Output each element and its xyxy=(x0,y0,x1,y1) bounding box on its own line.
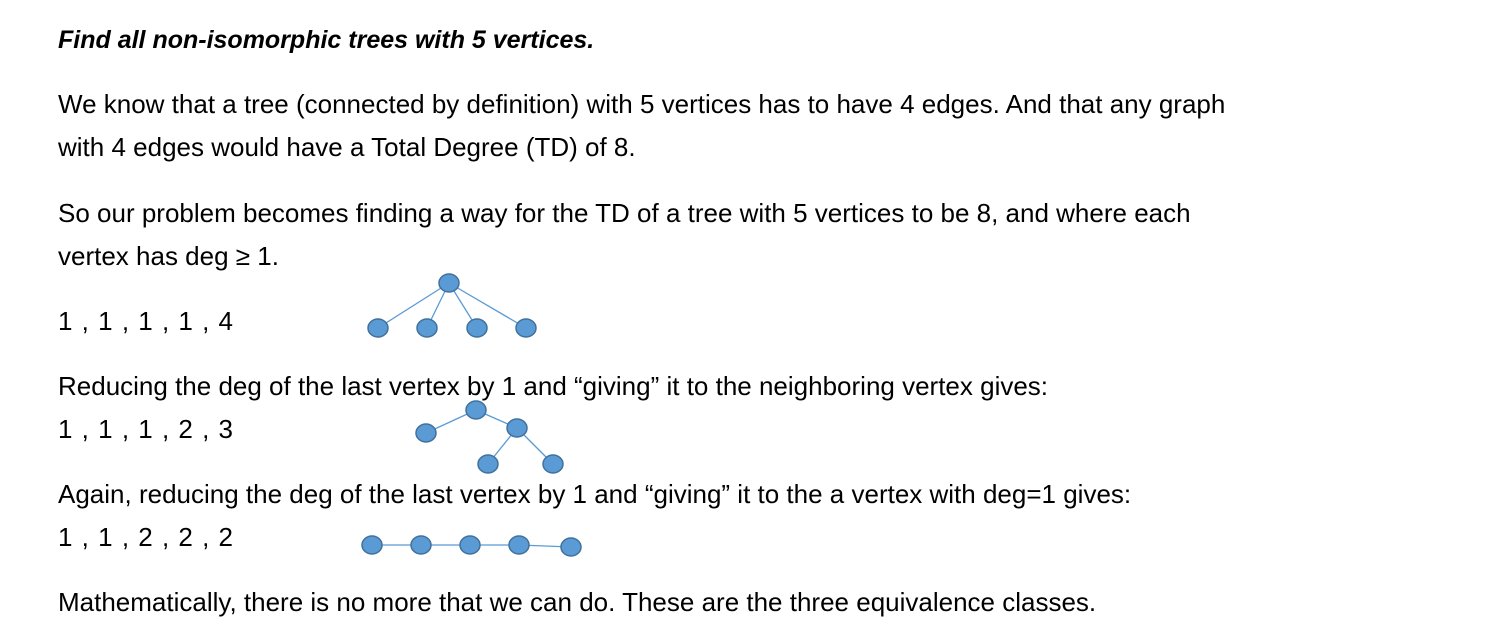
tree-vertex xyxy=(367,318,389,338)
tree-vertex xyxy=(466,318,488,338)
problem-line-2: vertex has deg ≥ 1. xyxy=(58,241,279,271)
intro-line-2: with 4 edges would have a Total Degree (… xyxy=(58,132,636,162)
degree-sequence-2: 1 , 1 , 1 , 2 , 3 xyxy=(58,414,234,444)
tree-vertex xyxy=(416,318,438,338)
tree-vertex xyxy=(361,535,383,555)
tree-vertex xyxy=(410,535,432,555)
tree-edge xyxy=(448,282,527,329)
degree-sequence-3: 1 , 1 , 2 , 2 , 2 xyxy=(58,522,234,552)
tree-vertex xyxy=(515,318,537,338)
tree-vertex xyxy=(438,273,460,293)
tree-vertex xyxy=(465,400,487,420)
conclusion: Mathematically, there is no more that we… xyxy=(58,587,1097,617)
tree-vertex xyxy=(560,537,582,557)
tree-vertex xyxy=(459,535,481,555)
tree-vertex xyxy=(542,454,564,474)
tree-diagram-path xyxy=(361,535,582,557)
tree-vertex xyxy=(415,423,437,443)
tree-diagram-star xyxy=(367,273,537,338)
degree-sequence-1: 1 , 1 , 1 , 1 , 4 xyxy=(58,306,234,336)
tree-vertex xyxy=(506,418,528,438)
reduce-text-2: Again, reducing the deg of the last vert… xyxy=(58,479,1132,509)
document-title: Find all non-isomorphic trees with 5 ver… xyxy=(58,26,595,54)
tree-vertex xyxy=(477,454,499,474)
tree-diagram-spider xyxy=(415,400,564,474)
intro-line-1: We know that a tree (connected by defini… xyxy=(58,89,1226,119)
tree-vertex xyxy=(508,535,530,555)
problem-line-1: So our problem becomes finding a way for… xyxy=(58,198,1191,228)
